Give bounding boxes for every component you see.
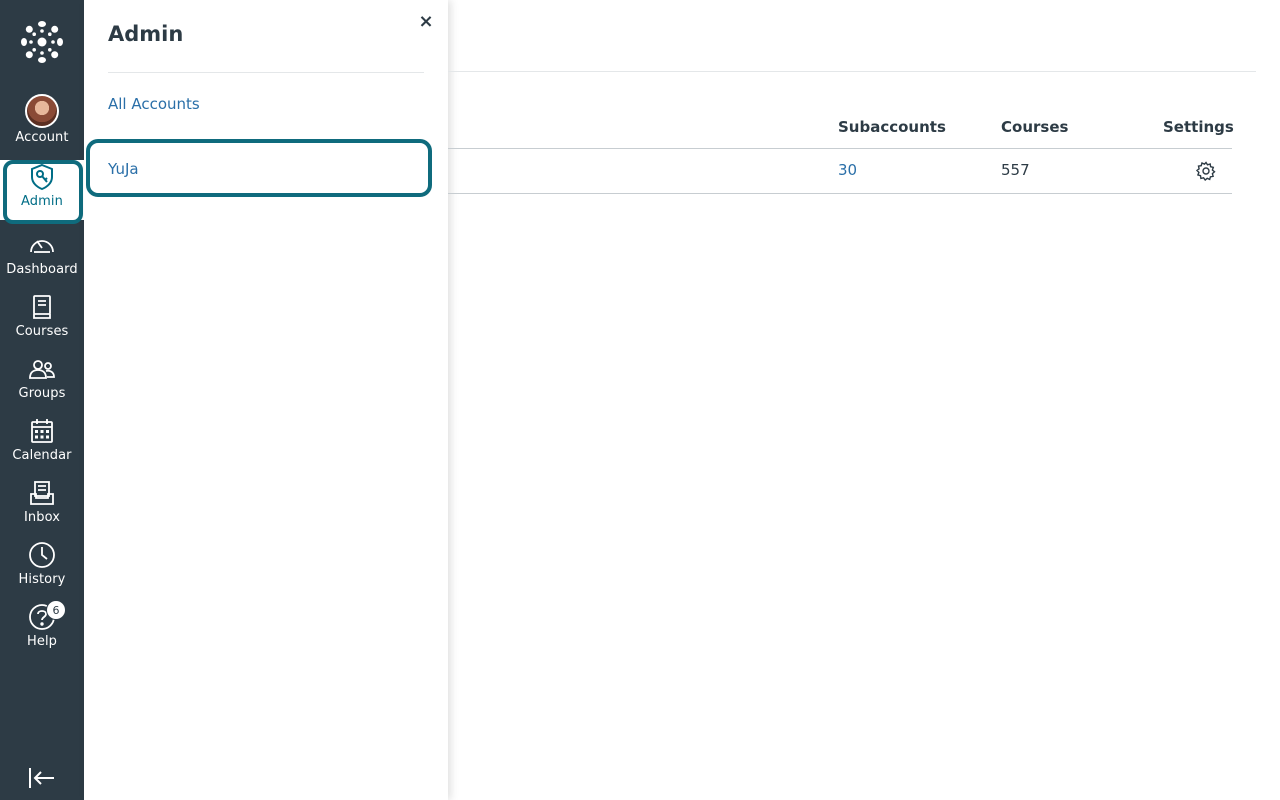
column-header-subaccounts: Subaccounts [838, 118, 946, 136]
table-header-divider [448, 148, 1232, 149]
column-header-courses: Courses [1001, 118, 1069, 136]
admin-shield-icon [27, 162, 57, 192]
avatar [25, 94, 59, 128]
table-row-divider [448, 193, 1232, 194]
nav-item-label: Inbox [23, 510, 61, 525]
help-notification-badge: 6 [46, 600, 66, 620]
nav-item-courses[interactable]: Courses [0, 290, 84, 350]
nav-item-admin[interactable]: Admin [0, 160, 84, 224]
yuja-account-link[interactable]: YuJa [108, 160, 139, 178]
nav-item-account[interactable]: Account [0, 92, 84, 152]
subaccounts-count-link[interactable]: 30 [838, 161, 857, 179]
inbox-icon [27, 478, 57, 508]
gear-icon[interactable] [1196, 161, 1216, 181]
nav-item-label: Admin [21, 194, 63, 209]
nav-item-inbox[interactable]: Inbox [0, 476, 84, 536]
divider [448, 71, 1256, 72]
admin-tray: Admin × All Accounts YuJa [84, 0, 448, 800]
nav-item-label: Help [26, 634, 58, 649]
calendar-icon [27, 416, 57, 446]
nav-item-calendar[interactable]: Calendar [0, 414, 84, 474]
groups-people-icon [27, 354, 57, 384]
nav-item-help[interactable]: 6 Help [0, 600, 84, 660]
canvas-logo-icon[interactable] [20, 20, 64, 64]
global-navigation: Account Admin Dashboard Courses Groups C… [0, 0, 84, 800]
nav-item-label: Dashboard [6, 262, 78, 277]
courses-book-icon [27, 292, 57, 322]
dashboard-gauge-icon [27, 230, 57, 260]
nav-item-label: Groups [18, 386, 66, 401]
divider [108, 72, 424, 73]
nav-item-groups[interactable]: Groups [0, 352, 84, 412]
nav-item-label: Calendar [12, 448, 72, 463]
tray-title: Admin [108, 22, 184, 46]
nav-item-label: History [18, 572, 66, 587]
close-icon[interactable]: × [416, 12, 436, 32]
nav-item-label: Account [15, 130, 69, 145]
nav-item-history[interactable]: History [0, 538, 84, 598]
nav-item-label: Courses [15, 324, 69, 339]
collapse-nav-icon[interactable] [27, 764, 57, 792]
all-accounts-link[interactable]: All Accounts [108, 95, 200, 113]
history-clock-icon [27, 540, 57, 570]
nav-item-dashboard[interactable]: Dashboard [0, 228, 84, 288]
column-header-settings: Settings [1163, 118, 1234, 136]
courses-count: 557 [1001, 161, 1030, 179]
